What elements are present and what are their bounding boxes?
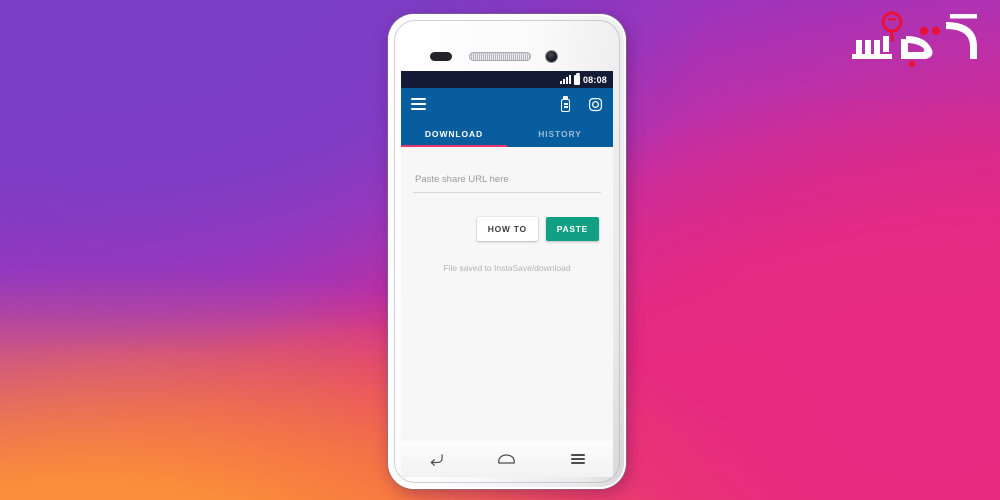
android-navigation-bar	[401, 441, 613, 477]
app-bar	[401, 88, 613, 120]
main-content: HOW TO PASTE File saved to InstaSave/dow…	[401, 147, 613, 441]
paste-button[interactable]: PASTE	[545, 217, 599, 241]
signal-bars-icon	[559, 75, 571, 84]
status-message: File saved to InstaSave/download	[443, 263, 571, 273]
share-url-input[interactable]	[413, 174, 601, 193]
instagram-icon[interactable]	[588, 97, 603, 112]
phone-screen: 08:08 DOWNLOAD HISTORY Paste share URL h…	[401, 71, 613, 441]
action-button-row: HOW TO PASTE	[413, 217, 601, 241]
tab-history[interactable]: HISTORY	[507, 120, 613, 147]
agahi-bazar-logo	[846, 6, 986, 68]
how-to-button[interactable]: HOW TO	[476, 217, 538, 241]
earpiece-speaker-icon	[469, 52, 531, 61]
tab-download[interactable]: DOWNLOAD	[401, 120, 507, 147]
home-icon[interactable]	[487, 448, 527, 470]
app-bar-actions	[559, 96, 603, 112]
tab-bar: DOWNLOAD HISTORY	[401, 120, 613, 147]
phone-hardware-row	[388, 50, 626, 64]
recents-menu-icon[interactable]	[558, 448, 598, 470]
status-bar: 08:08	[401, 71, 613, 88]
front-camera-icon	[546, 51, 557, 62]
clipboard-icon[interactable]	[559, 96, 572, 112]
back-icon[interactable]	[416, 448, 456, 470]
status-bar-clock: 08:08	[582, 74, 607, 85]
hamburger-menu-icon[interactable]	[411, 98, 426, 110]
proximity-sensor-icon	[430, 52, 452, 61]
phone-device: 08:08 DOWNLOAD HISTORY Paste share URL h…	[388, 14, 626, 489]
battery-full-icon	[573, 72, 580, 85]
